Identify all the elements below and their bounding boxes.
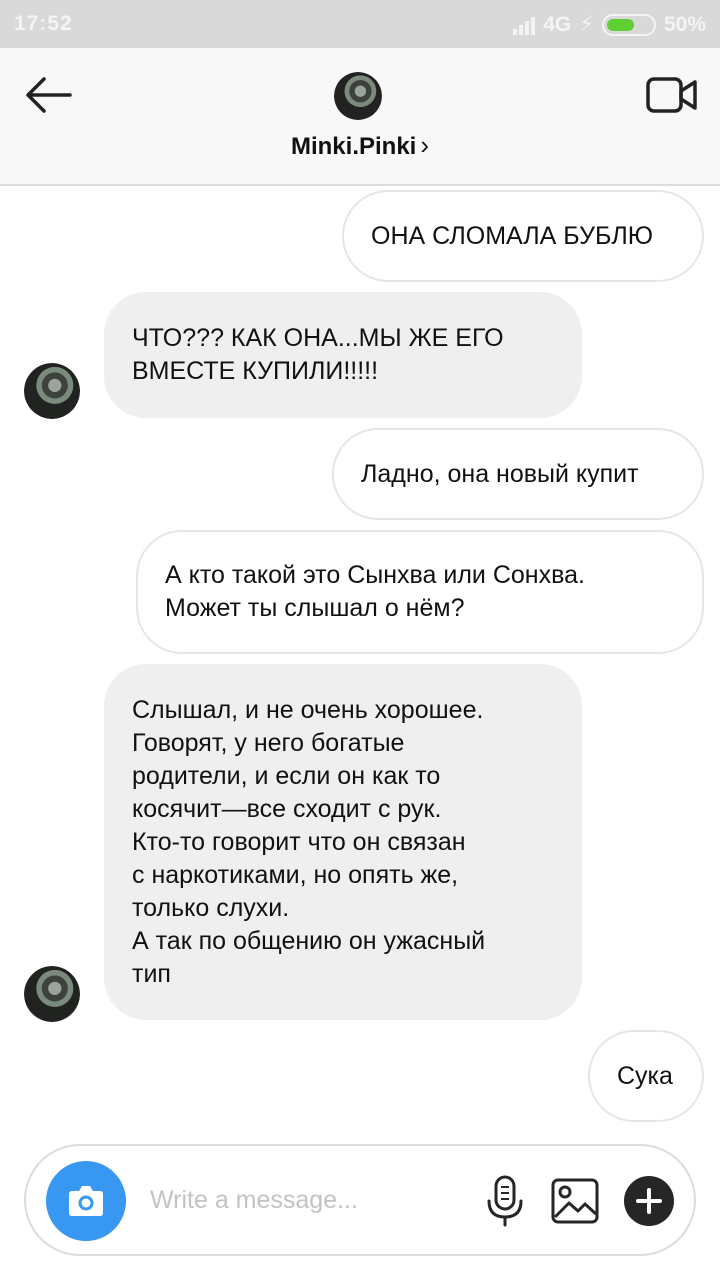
message-outgoing[interactable]: А кто такой это Сынхва или Сонхва. Может… xyxy=(136,530,704,654)
image-icon[interactable] xyxy=(550,1177,600,1225)
status-indicators: 4G ⚡ 50% xyxy=(513,12,706,37)
message-outgoing[interactable]: ОНА СЛОМАЛА БУБЛЮ xyxy=(342,190,704,282)
status-time: 17:52 xyxy=(14,12,73,35)
chat-header: Minki.Pinki › xyxy=(0,48,720,186)
plus-icon xyxy=(636,1188,662,1214)
message-composer: Write a message... xyxy=(24,1144,696,1256)
message-outgoing[interactable]: Сука xyxy=(588,1030,704,1122)
video-camera-icon[interactable] xyxy=(644,72,700,118)
username: Minki.Pinki xyxy=(290,133,417,160)
message-text: ОНА СЛОМАЛА БУБЛЮ xyxy=(371,221,654,250)
battery-icon xyxy=(601,13,656,36)
message-text: А кто такой это Сынхва или Сонхва. Может… xyxy=(165,561,585,622)
profile-name[interactable]: Minki.Pinki › xyxy=(0,130,720,161)
microphone-icon[interactable] xyxy=(484,1174,526,1228)
chevron-right-icon: › xyxy=(420,130,430,160)
status-bar: 17:52 4G ⚡ 50% xyxy=(0,0,720,48)
camera-button[interactable] xyxy=(46,1161,126,1241)
network-type: 4G xyxy=(543,12,572,36)
profile-avatar[interactable] xyxy=(334,72,382,120)
message-incoming[interactable]: Слышал, и не очень хорошее. Говорят, у н… xyxy=(104,664,582,1020)
sender-avatar[interactable] xyxy=(24,363,80,419)
camera-icon xyxy=(69,1186,103,1216)
message-input[interactable]: Write a message... xyxy=(150,1186,358,1215)
message-incoming[interactable]: ЧТО??? КАК ОНА...МЫ ЖЕ ЕГО ВМЕСТЕ КУПИЛИ… xyxy=(104,292,582,418)
signal-icon xyxy=(513,15,536,35)
message-text: ЧТО??? КАК ОНА...МЫ ЖЕ ЕГО ВМЕСТЕ КУПИЛИ… xyxy=(132,324,504,385)
plus-button[interactable] xyxy=(624,1176,674,1226)
battery-percent: 50% xyxy=(663,12,706,36)
charging-icon: ⚡ xyxy=(579,13,594,36)
message-text: Сука xyxy=(617,1061,673,1090)
message-outgoing[interactable]: Ладно, она новый купит xyxy=(332,428,704,520)
message-text: Слышал, и не очень хорошее. Говорят, у н… xyxy=(132,695,486,988)
message-text: Ладно, она новый купит xyxy=(361,459,639,488)
sender-avatar[interactable] xyxy=(24,966,80,1022)
arrow-left-icon[interactable] xyxy=(20,72,76,118)
